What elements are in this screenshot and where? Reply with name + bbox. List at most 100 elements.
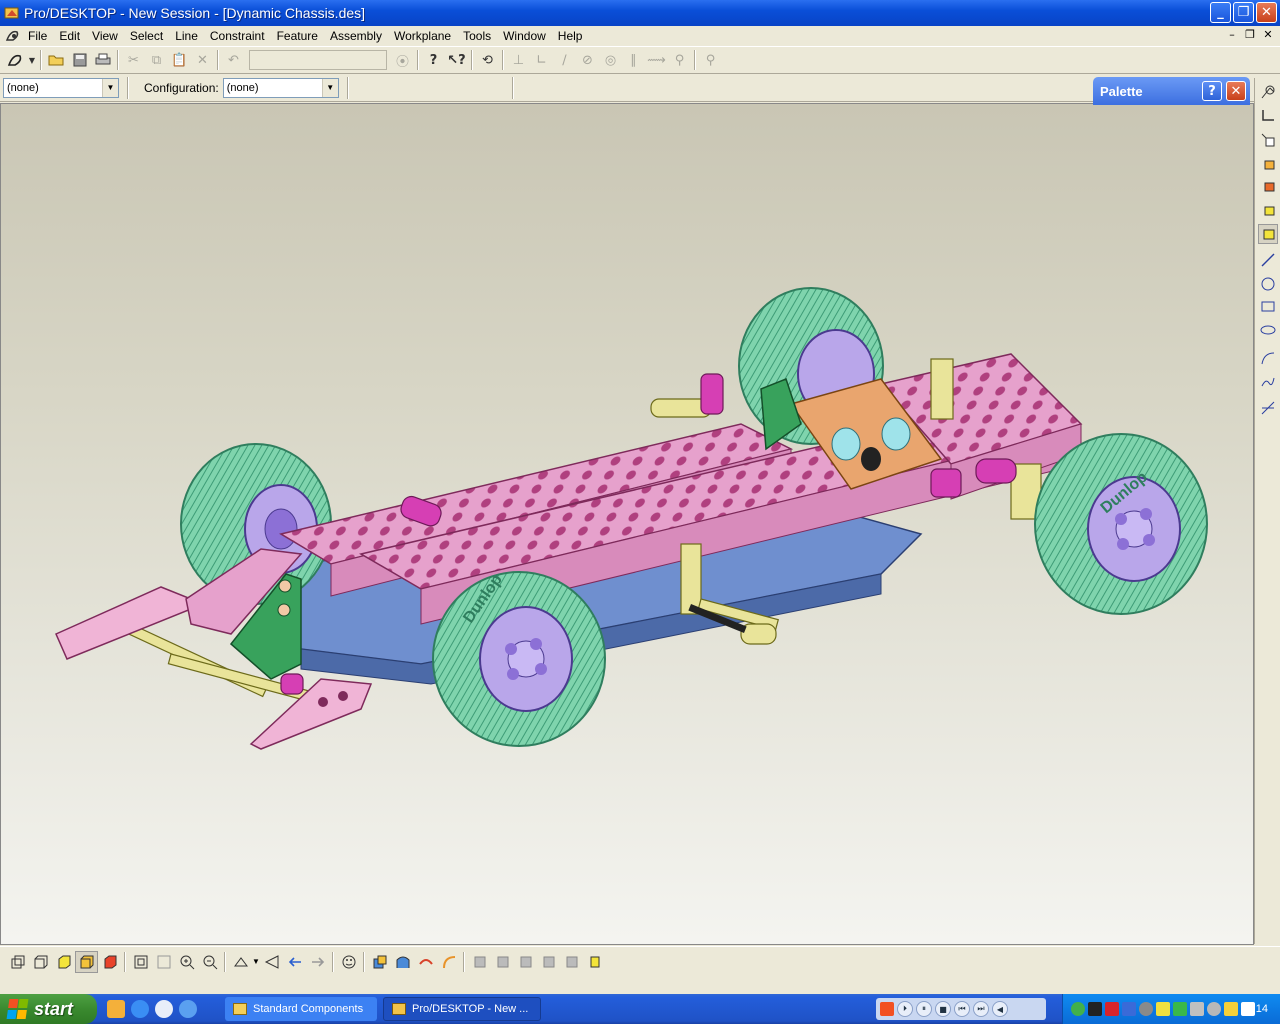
media-stop-icon[interactable]: ■ xyxy=(935,1001,951,1017)
close-button[interactable]: ✕ xyxy=(1256,2,1277,23)
enhanced-view-icon[interactable] xyxy=(75,950,98,973)
constraint-offset-icon[interactable] xyxy=(560,951,583,973)
smiley-icon[interactable] xyxy=(337,951,360,973)
symmetric-constraint-icon[interactable]: ⟿ xyxy=(645,49,668,71)
palette-help-button[interactable]: ? xyxy=(1202,81,1222,101)
media-pause-icon[interactable]: ⏸ xyxy=(916,1001,932,1017)
fix-constraint-icon[interactable]: ⚲ xyxy=(668,49,691,71)
zoom-search-icon[interactable]: ⚲ xyxy=(699,49,722,71)
configuration-combo[interactable]: (none) ▼ xyxy=(222,77,339,98)
rotate-component-icon[interactable] xyxy=(437,951,460,973)
media-previous-icon[interactable]: ⏮ xyxy=(954,1001,970,1017)
circle-tool-icon[interactable] xyxy=(1258,274,1278,294)
speaker-icon[interactable] xyxy=(1190,1002,1204,1016)
select-edges-icon[interactable] xyxy=(1258,82,1278,102)
palette-panel-header[interactable]: Palette ? ✕ xyxy=(1093,77,1250,105)
extrude-icon[interactable] xyxy=(1258,154,1278,174)
arc-tool-icon[interactable] xyxy=(1258,348,1278,368)
menu-view[interactable]: View xyxy=(86,27,124,45)
help-icon[interactable]: ? xyxy=(422,49,445,71)
network-icon[interactable] xyxy=(1122,1002,1136,1016)
doc-restore-button[interactable]: ❐ xyxy=(1242,28,1258,42)
taskbar-item-pro-desktop[interactable]: Pro/DESKTOP - New ... xyxy=(383,997,541,1021)
3d-viewport[interactable]: Dunlop Dunlop xyxy=(0,103,1254,945)
angle-constraint-icon[interactable]: ∕ xyxy=(553,49,576,71)
menu-feature[interactable]: Feature xyxy=(271,27,324,45)
zoom-out-icon[interactable] xyxy=(198,951,221,973)
view-direction-icon[interactable] xyxy=(229,951,252,973)
menu-select[interactable]: Select xyxy=(124,27,169,45)
constraint-lock-icon[interactable] xyxy=(583,951,606,973)
menu-file[interactable]: File xyxy=(22,27,53,45)
print-icon[interactable] xyxy=(91,49,114,71)
shaded-view-icon[interactable] xyxy=(52,951,75,973)
menu-tools[interactable]: Tools xyxy=(457,27,497,45)
rotate-view-icon[interactable] xyxy=(260,951,283,973)
sweep-icon[interactable] xyxy=(1258,200,1278,220)
move-component-icon[interactable] xyxy=(414,951,437,973)
loft-icon[interactable] xyxy=(1258,224,1278,244)
hidden-line-view-icon[interactable] xyxy=(29,951,52,973)
menu-assembly[interactable]: Assembly xyxy=(324,27,388,45)
spline-tool-icon[interactable] xyxy=(1258,372,1278,392)
new-design-icon[interactable] xyxy=(4,49,27,71)
traffic-light-icon[interactable]: ⦿ xyxy=(391,49,414,71)
update-icon[interactable] xyxy=(1207,1002,1221,1016)
previous-view-icon[interactable] xyxy=(283,951,306,973)
assembly-component-icon[interactable] xyxy=(368,951,391,973)
media-player-icon[interactable] xyxy=(155,1000,173,1018)
parallel-constraint-icon[interactable]: ⊥ xyxy=(507,49,530,71)
rectangle-tool-icon[interactable] xyxy=(1258,296,1278,316)
undo-history-box[interactable] xyxy=(249,50,387,70)
media-volume-icon[interactable]: ◀ xyxy=(992,1001,1008,1017)
trim-tool-icon[interactable] xyxy=(1258,398,1278,418)
cut-icon[interactable]: ✂ xyxy=(122,49,145,71)
tangent-constraint-icon[interactable]: ⊘ xyxy=(576,49,599,71)
save-icon[interactable] xyxy=(68,49,91,71)
line-tool-icon[interactable] xyxy=(1258,250,1278,270)
media-next-icon[interactable]: ⏭ xyxy=(973,1001,989,1017)
menu-window[interactable]: Window xyxy=(497,27,552,45)
workplane-icon[interactable] xyxy=(1258,106,1278,126)
messenger-icon[interactable] xyxy=(1071,1002,1085,1016)
perpendicular-constraint-icon[interactable]: ∟ xyxy=(530,49,553,71)
chevron-down-icon[interactable]: ▼ xyxy=(102,78,118,97)
taskbar-item-standard-components[interactable]: Standard Components xyxy=(225,997,377,1021)
ellipse-tool-icon[interactable] xyxy=(1258,320,1278,340)
chassis-model[interactable]: Dunlop Dunlop xyxy=(1,104,1254,945)
new-dropdown-chevron-icon[interactable]: ▼ xyxy=(27,49,37,71)
paste-icon[interactable]: 📋 xyxy=(168,49,191,71)
minimize-button[interactable]: _ xyxy=(1210,2,1231,23)
open-folder-icon[interactable] xyxy=(45,49,68,71)
menu-help[interactable]: Help xyxy=(552,27,589,45)
menu-workplane[interactable]: Workplane xyxy=(388,27,457,45)
rear-right-wheel[interactable]: Dunlop xyxy=(1034,433,1208,615)
zoom-in-icon[interactable] xyxy=(175,951,198,973)
security-icon[interactable] xyxy=(1139,1002,1153,1016)
add-component-icon[interactable] xyxy=(391,951,414,973)
wireframe-view-icon[interactable] xyxy=(6,951,29,973)
doc-close-button[interactable]: ✕ xyxy=(1260,28,1276,42)
chevron-down-icon[interactable]: ▼ xyxy=(321,78,338,97)
revolve-icon[interactable] xyxy=(1258,176,1278,196)
notification-icon[interactable] xyxy=(1224,1002,1238,1016)
menu-constraint[interactable]: Constraint xyxy=(204,27,271,45)
display-icon[interactable] xyxy=(1156,1002,1170,1016)
constraint-center-icon[interactable] xyxy=(537,951,560,973)
pro-desktop-app-icon[interactable] xyxy=(4,5,20,21)
browser-icon[interactable] xyxy=(179,1000,197,1018)
colored-view-icon[interactable] xyxy=(98,951,121,973)
restore-button[interactable]: ❐ xyxy=(1233,2,1254,23)
filter-combo[interactable]: (none) ▼ xyxy=(3,77,119,98)
wireless-icon[interactable] xyxy=(1173,1002,1187,1016)
constraint-align-icon[interactable] xyxy=(491,951,514,973)
concentric-constraint-icon[interactable]: ◎ xyxy=(599,49,622,71)
media-rewind-icon[interactable]: ⏵ xyxy=(897,1001,913,1017)
show-desktop-icon[interactable] xyxy=(107,1000,125,1018)
start-button[interactable]: start xyxy=(0,994,97,1024)
steam-icon[interactable] xyxy=(1088,1002,1102,1016)
menu-line[interactable]: Line xyxy=(169,27,204,45)
ati-icon[interactable] xyxy=(1105,1002,1119,1016)
constraint-mate-icon[interactable] xyxy=(468,951,491,973)
copy-icon[interactable]: ⧉ xyxy=(145,49,168,71)
